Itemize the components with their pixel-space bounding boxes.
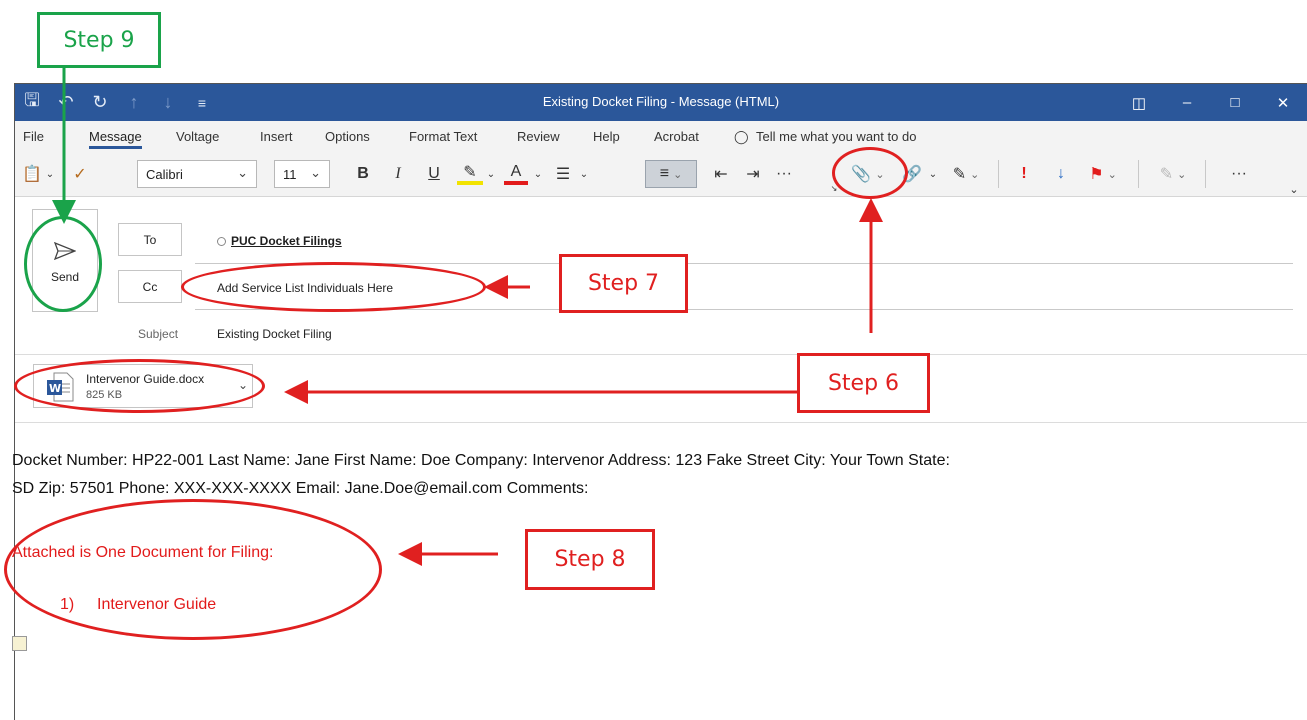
smart-tag-icon[interactable] xyxy=(12,636,27,651)
format-painter-icon[interactable]: ✓ xyxy=(67,160,93,188)
font-color-dropdown-icon[interactable]: ⌄ xyxy=(532,160,544,188)
divider xyxy=(15,354,1307,355)
tell-me-search[interactable]: Tell me what you want to do xyxy=(756,129,916,144)
high-importance-icon[interactable]: ! xyxy=(1016,160,1032,188)
body-line: Docket Number: HP22-001 Last Name: Jane … xyxy=(12,452,950,469)
more-commands-icon[interactable]: ··· xyxy=(1225,160,1253,188)
step8-label: Step 8 xyxy=(525,529,655,590)
bold-button[interactable]: B xyxy=(352,160,374,188)
tab-help[interactable]: Help xyxy=(593,129,620,144)
more-formatting-button[interactable]: ··· xyxy=(772,160,796,188)
signature-icon: ✎ xyxy=(952,166,967,183)
lightbulb-icon: ◯ xyxy=(734,129,749,144)
to-recipient[interactable]: PUC Docket Filings xyxy=(217,234,342,248)
increase-indent-icon[interactable]: ⇥ xyxy=(741,160,765,188)
signature-button[interactable]: ✎ ⌄ xyxy=(948,160,984,188)
divider xyxy=(998,160,999,188)
divider xyxy=(15,422,1307,423)
follow-up-button[interactable]: ⚑ ⌄ xyxy=(1085,160,1121,188)
tab-review[interactable]: Review xyxy=(517,129,560,144)
tab-options[interactable]: Options xyxy=(325,129,370,144)
maximize-icon[interactable]: □ xyxy=(1211,84,1259,121)
highlight-icon[interactable]: ✎ xyxy=(457,163,483,185)
font-name-value: Calibri xyxy=(146,166,183,182)
ribbon-toolbar: 📋 ⌄ ✓ Calibri ⌄ 11 ⌄ B I U ✎ ⌄ A ⌄ ☰ ⌄ ≡… xyxy=(15,151,1307,197)
window-controls: ◫ – □ ✕ xyxy=(1115,84,1307,121)
tab-acrobat[interactable]: Acrobat xyxy=(654,129,699,144)
chevron-down-icon: ⌄ xyxy=(1107,168,1117,181)
paste-icon[interactable]: 📋 xyxy=(21,160,43,188)
highlight-dropdown-icon[interactable]: ⌄ xyxy=(485,160,497,188)
font-size-select[interactable]: 11 ⌄ xyxy=(274,160,330,188)
step7-label: Step 7 xyxy=(559,254,688,313)
underline-button[interactable]: U xyxy=(423,160,445,188)
font-name-select[interactable]: Calibri ⌄ xyxy=(137,160,257,188)
message-body[interactable]: Docket Number: HP22-001 Last Name: Jane … xyxy=(12,447,1292,503)
presence-icon xyxy=(217,237,226,246)
step6-label: Step 6 xyxy=(797,353,930,413)
ribbon-tabs: File Message Voltage Insert Options Form… xyxy=(15,121,1307,151)
chevron-down-icon: ⌄ xyxy=(673,168,683,181)
divider xyxy=(1138,160,1139,188)
sensitivity-button[interactable]: ✎ ⌄ xyxy=(1155,160,1191,188)
chevron-down-icon: ⌄ xyxy=(237,165,248,180)
restore-ribbon-icon[interactable]: ◫ xyxy=(1115,84,1163,121)
tab-format-text[interactable]: Format Text xyxy=(409,129,477,144)
attach-highlight-ellipse xyxy=(832,147,908,199)
minimize-icon[interactable]: – xyxy=(1163,84,1211,121)
bullets-icon[interactable]: ☰ xyxy=(551,160,575,188)
font-color-button[interactable]: A xyxy=(504,163,528,185)
tab-voltage[interactable]: Voltage xyxy=(176,129,219,144)
tab-insert[interactable]: Insert xyxy=(260,129,293,144)
divider xyxy=(1205,160,1206,188)
step9-label: Step 9 xyxy=(37,12,161,68)
low-importance-icon[interactable]: ↓ xyxy=(1051,160,1071,188)
chevron-down-icon: ⌄ xyxy=(310,165,321,180)
sensitivity-icon: ✎ xyxy=(1159,166,1174,183)
decrease-indent-icon[interactable]: ⇤ xyxy=(709,160,733,188)
window-title: Existing Docket Filing - Message (HTML) xyxy=(542,94,780,109)
flag-icon: ⚑ xyxy=(1089,166,1104,183)
body-highlight-ellipse xyxy=(4,499,382,640)
cc-highlight-ellipse xyxy=(181,262,486,312)
link-dropdown-icon[interactable]: ⌄ xyxy=(926,160,940,188)
to-button[interactable]: To xyxy=(118,223,182,256)
cc-button[interactable]: Cc xyxy=(118,270,182,303)
tab-file[interactable]: File xyxy=(23,129,44,144)
attachment-highlight-ellipse xyxy=(14,359,265,413)
bullets-dropdown-icon[interactable]: ⌄ xyxy=(578,160,590,188)
subject-label: Subject xyxy=(138,327,179,341)
paste-dropdown-icon[interactable]: ⌄ xyxy=(44,160,56,188)
send-highlight-ellipse xyxy=(24,216,102,312)
numbering-icon: ≡ xyxy=(659,165,670,182)
subject-field[interactable]: Existing Docket Filing xyxy=(217,327,332,341)
to-recipient-name: PUC Docket Filings xyxy=(231,234,342,248)
numbering-button[interactable]: ≡ ⌄ xyxy=(645,160,697,188)
chevron-down-icon: ⌄ xyxy=(1177,168,1187,181)
tab-message[interactable]: Message xyxy=(89,129,142,149)
font-size-value: 11 xyxy=(283,166,297,182)
chevron-down-icon: ⌄ xyxy=(970,168,980,181)
italic-button[interactable]: I xyxy=(387,160,409,188)
ribbon-collapse-icon[interactable]: ⌄ xyxy=(1287,175,1301,203)
close-icon[interactable]: ✕ xyxy=(1259,84,1307,121)
title-bar: 🖫 ↶ ↻ ↑ ↓ ≡ Existing Docket Filing - Mes… xyxy=(15,84,1307,121)
